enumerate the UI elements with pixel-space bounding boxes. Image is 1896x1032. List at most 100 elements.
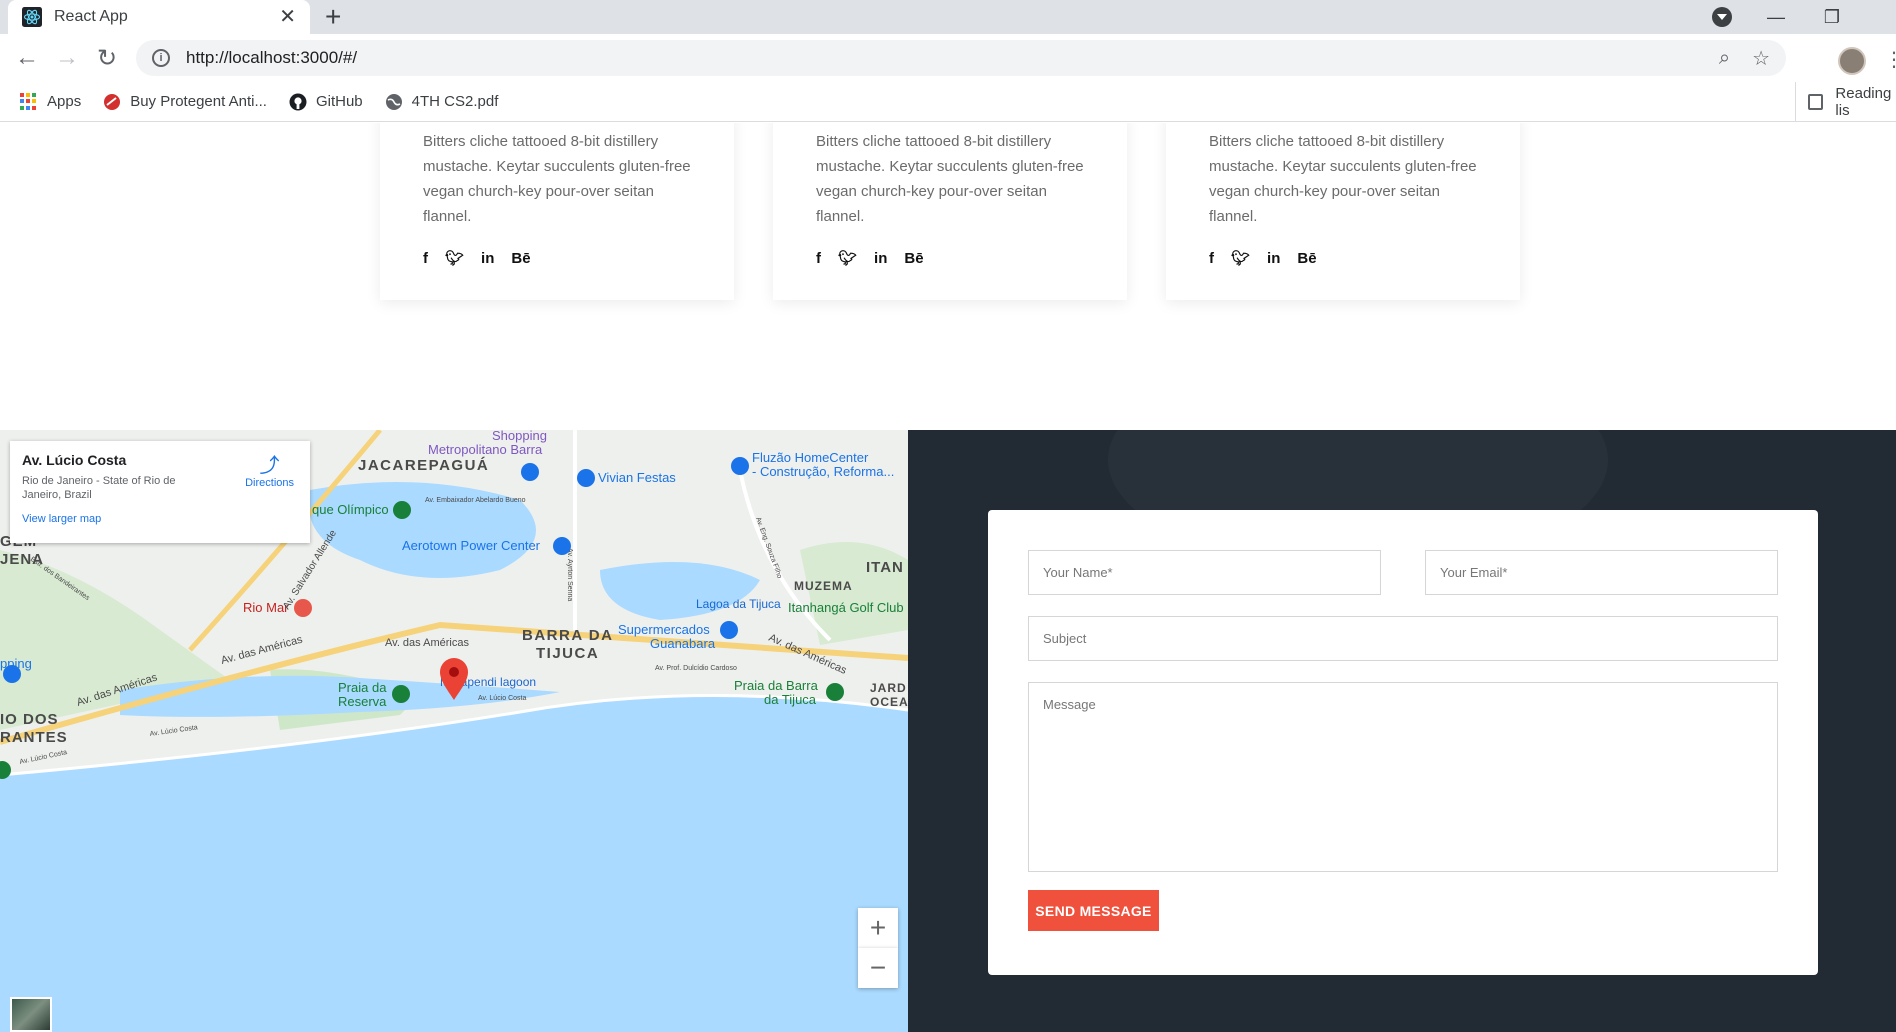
poi-shopping-icon[interactable] bbox=[3, 665, 21, 683]
bookmark-pdf[interactable]: 4TH CS2.pdf bbox=[385, 93, 499, 111]
place-info-card: Av. Lúcio Costa Rio de Janeiro - State o… bbox=[10, 441, 310, 543]
protegent-icon bbox=[104, 93, 121, 110]
poi-hospital-icon[interactable] bbox=[294, 599, 312, 617]
browser-tab-active[interactable]: React App ✕ bbox=[8, 0, 310, 34]
url-text[interactable]: http://localhost:3000/#/ bbox=[186, 48, 1697, 68]
satellite-toggle[interactable] bbox=[10, 997, 52, 1032]
react-icon bbox=[22, 7, 42, 27]
reading-list-button[interactable]: Reading lis bbox=[1795, 82, 1896, 122]
map-label: ITAN bbox=[866, 559, 904, 576]
avatar[interactable] bbox=[1838, 47, 1866, 75]
poi-shopping-icon[interactable] bbox=[731, 457, 749, 475]
linkedin-icon[interactable]: in bbox=[481, 250, 494, 267]
bookmark-protegent[interactable]: Buy Protegent Anti... bbox=[103, 93, 267, 111]
tab-title: React App bbox=[54, 8, 128, 25]
back-arrow-icon[interactable]: ← bbox=[11, 42, 43, 74]
reading-list-icon bbox=[1808, 94, 1824, 110]
map-label: Aerotown Power Center bbox=[402, 538, 541, 553]
map-label: Supermercados bbox=[618, 622, 710, 637]
zoom-in-button[interactable]: + bbox=[858, 908, 898, 948]
poi-beach-icon[interactable] bbox=[826, 683, 844, 701]
social-links: f 🐦︎ in Bē bbox=[423, 249, 691, 268]
directions-button[interactable]: ⤴ Directions bbox=[245, 455, 294, 489]
profile-dropdown-icon[interactable] bbox=[1712, 7, 1732, 27]
map-label: TIJUCA bbox=[536, 645, 599, 662]
subject-placeholder: Subject bbox=[1043, 631, 1087, 646]
team-card: Bitters cliche tattooed 8-bit distillery… bbox=[380, 123, 734, 300]
github-icon bbox=[289, 93, 307, 110]
bookmark-label: GitHub bbox=[315, 93, 363, 110]
map-label: IO DOS bbox=[0, 711, 59, 728]
forward-arrow-icon[interactable]: → bbox=[51, 42, 83, 74]
twitter-icon[interactable]: 🐦︎ bbox=[445, 249, 464, 267]
place-address: Rio de Janeiro - State of Rio de Janeiro… bbox=[22, 475, 176, 501]
message-textarea[interactable]: Message bbox=[1028, 682, 1778, 872]
zoom-magnifier-icon[interactable]: ⌕ bbox=[1719, 47, 1730, 70]
linkedin-icon[interactable]: in bbox=[874, 250, 887, 267]
email-input[interactable]: Your Email* bbox=[1425, 550, 1778, 595]
map-label: Guanabara bbox=[650, 636, 716, 651]
zoom-out-button[interactable]: − bbox=[858, 948, 898, 988]
minimize-button[interactable]: — bbox=[1748, 0, 1804, 34]
map-label: JACAREPAGUÁ bbox=[358, 457, 489, 474]
subject-input[interactable]: Subject bbox=[1028, 616, 1778, 661]
facebook-icon[interactable]: f bbox=[423, 250, 428, 267]
team-card-bio: Bitters cliche tattooed 8-bit distillery… bbox=[423, 133, 691, 225]
poi-shopping-icon[interactable] bbox=[577, 469, 595, 487]
twitter-icon[interactable]: 🐦︎ bbox=[1231, 249, 1250, 267]
poi-shopping-icon[interactable] bbox=[553, 537, 571, 555]
view-larger-map-link[interactable]: View larger map bbox=[22, 513, 298, 525]
social-links: f 🐦︎ in Bē bbox=[816, 249, 1084, 268]
address-bar[interactable]: i http://localhost:3000/#/ ⌕ ☆ bbox=[136, 40, 1786, 76]
bookmark-apps[interactable]: Apps bbox=[20, 92, 81, 111]
map-label: Av. Ayrton Senna bbox=[566, 548, 573, 601]
map-label: - Construção, Reforma... bbox=[752, 464, 894, 479]
bookmark-label: 4TH CS2.pdf bbox=[411, 93, 499, 110]
facebook-icon[interactable]: f bbox=[1209, 250, 1214, 267]
twitter-icon[interactable]: 🐦︎ bbox=[838, 249, 857, 267]
restore-button[interactable]: ❐ bbox=[1804, 0, 1860, 34]
behance-icon[interactable]: Bē bbox=[1297, 250, 1316, 267]
browser-menu-icon[interactable]: ⋮ bbox=[1884, 48, 1896, 72]
map-label: Fluzão HomeCenter bbox=[752, 450, 869, 465]
facebook-icon[interactable]: f bbox=[816, 250, 821, 267]
map-label: Metropolitano Barra bbox=[428, 442, 543, 457]
send-message-button[interactable]: SEND MESSAGE bbox=[1028, 890, 1159, 931]
poi-park-icon[interactable] bbox=[393, 501, 411, 519]
new-tab-button[interactable]: + bbox=[325, 2, 341, 32]
behance-icon[interactable]: Bē bbox=[511, 250, 530, 267]
behance-icon[interactable]: Bē bbox=[904, 250, 923, 267]
close-tab-icon[interactable]: ✕ bbox=[279, 7, 296, 27]
map-label: Vivian Festas bbox=[598, 470, 676, 485]
site-info-icon[interactable]: i bbox=[152, 49, 170, 67]
social-links: f 🐦︎ in Bē bbox=[1209, 249, 1477, 268]
bookmark-label: Buy Protegent Anti... bbox=[130, 93, 267, 110]
contact-section: Your Name* Your Email* Subject Message S… bbox=[908, 430, 1896, 1032]
poi-shopping-icon[interactable] bbox=[720, 621, 738, 639]
name-placeholder: Your Name* bbox=[1043, 565, 1113, 580]
linkedin-icon[interactable]: in bbox=[1267, 250, 1280, 267]
map-label: RANTES bbox=[0, 729, 68, 746]
window-close-button[interactable] bbox=[1858, 0, 1896, 34]
contact-form: Your Name* Your Email* Subject Message S… bbox=[988, 510, 1818, 975]
map-label: da Tijuca bbox=[764, 692, 817, 707]
name-input[interactable]: Your Name* bbox=[1028, 550, 1381, 595]
map-label: Lagoa da Tijuca bbox=[696, 597, 781, 611]
map-label: MUZEMA bbox=[794, 579, 853, 593]
team-card: Bitters cliche tattooed 8-bit distillery… bbox=[773, 123, 1127, 300]
bookmark-github[interactable]: GitHub bbox=[289, 93, 363, 111]
bookmarks-bar: Apps Buy Protegent Anti... GitHub 4TH CS… bbox=[0, 82, 1896, 122]
team-card-bio: Bitters cliche tattooed 8-bit distillery… bbox=[816, 133, 1084, 225]
bookmark-star-icon[interactable]: ☆ bbox=[1752, 46, 1770, 71]
browser-toolbar: ← → ↻ i http://localhost:3000/#/ ⌕ ☆ ⋮ bbox=[0, 34, 1896, 82]
poi-shopping-icon[interactable] bbox=[521, 463, 539, 481]
google-map[interactable]: Shopping Metropolitano Barra JACAREPAGUÁ… bbox=[0, 430, 908, 1032]
map-label: Av. das Américas bbox=[385, 637, 469, 649]
page-viewport: Bitters cliche tattooed 8-bit distillery… bbox=[0, 123, 1896, 1032]
directions-label: Directions bbox=[245, 477, 294, 489]
globe-icon bbox=[385, 93, 402, 110]
reload-icon[interactable]: ↻ bbox=[91, 42, 123, 74]
poi-beach-icon[interactable] bbox=[392, 685, 410, 703]
map-label: OCEAN bbox=[870, 695, 908, 709]
reading-list-label: Reading lis bbox=[1835, 85, 1892, 119]
